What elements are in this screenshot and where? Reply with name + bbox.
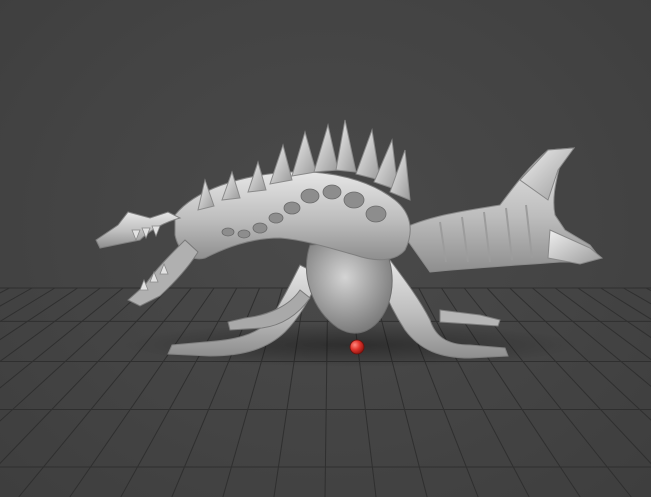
grid-line [69,287,215,497]
grid-line [0,287,78,341]
grid-line [623,287,651,305]
floor-grid [0,287,651,497]
grid-line [509,287,651,421]
dragon-back-leg-foot [439,309,501,327]
dragon-tail-tip [547,229,604,265]
dorsal-spike [291,130,317,177]
viewport-canvas[interactable] [0,0,651,497]
dorsal-spike [355,128,381,181]
grid-line [532,287,651,387]
dorsal-spike [335,119,357,173]
grid-line [645,287,651,292]
grid-line [0,287,33,307]
dorsal-spike [313,123,339,173]
grid-line [18,287,192,497]
grid-line [0,287,56,323]
grid-line [486,287,651,465]
3d-viewport[interactable] [0,0,651,497]
grid-line [600,287,651,320]
grid-line [0,287,147,422]
dorsal-spike [269,143,293,185]
grid-line [0,287,10,294]
dragon-sculpt-model[interactable] [95,119,604,359]
grid-line [0,287,101,362]
grid-line [577,287,651,339]
pivot-marker[interactable] [349,339,365,355]
